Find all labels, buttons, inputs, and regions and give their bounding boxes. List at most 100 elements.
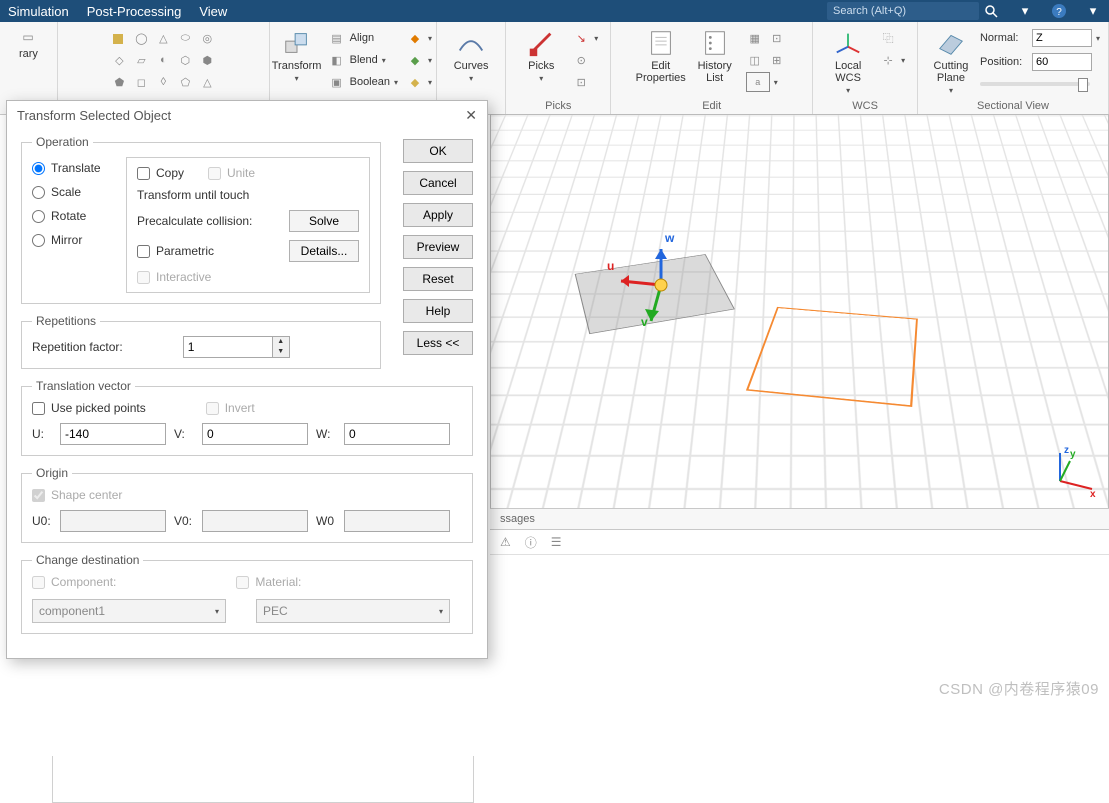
normal-dropdown-icon[interactable]: ▾ (1096, 34, 1100, 43)
solve-button[interactable]: Solve (289, 210, 359, 232)
reset-button[interactable]: Reset (403, 267, 473, 291)
shape2-icon[interactable]: ◇ (110, 51, 128, 69)
pick2-icon[interactable]: ⊙ (572, 51, 590, 69)
cone-icon[interactable]: △ (154, 29, 172, 47)
boolean-button[interactable]: ▣Boolean▾ (326, 72, 400, 92)
shape5-icon[interactable]: ⬡ (176, 51, 194, 69)
wcs-group-label: WCS (852, 98, 878, 114)
w-input[interactable] (344, 423, 450, 445)
preview-button[interactable]: Preview (403, 235, 473, 259)
torus-icon[interactable]: ◎ (198, 29, 216, 47)
position-input[interactable] (1032, 53, 1092, 71)
parametric-checkbox[interactable]: Parametric (137, 244, 214, 258)
shape8-icon[interactable]: ◻ (132, 73, 150, 91)
shape6-icon[interactable]: ⬢ (198, 51, 216, 69)
wcs1-icon[interactable]: ⿻ (879, 29, 897, 47)
v-input[interactable] (202, 423, 308, 445)
u-input[interactable] (60, 423, 166, 445)
help-button[interactable]: Help (403, 299, 473, 323)
u0-label: U0: (32, 514, 52, 528)
picks-button[interactable]: Picks▾ (516, 28, 566, 83)
shape9-icon[interactable]: ◊ (154, 73, 172, 91)
apply-button[interactable]: Apply (403, 203, 473, 227)
help-icon[interactable]: ? (1051, 3, 1067, 19)
library-label[interactable]: rary (19, 48, 38, 60)
details-button[interactable]: Details... (289, 240, 359, 262)
curves-button[interactable]: Curves▾ (446, 28, 496, 83)
mirror-radio[interactable]: Mirror (32, 233, 118, 247)
translate-radio[interactable]: Translate (32, 161, 118, 175)
blend-button[interactable]: ◧Blend▾ (326, 50, 400, 70)
svg-text:x: x (1090, 489, 1096, 500)
less-button[interactable]: Less << (403, 331, 473, 355)
menu-post-processing[interactable]: Post-Processing (87, 4, 182, 19)
menu-dropdown-icon[interactable]: ▾ (1085, 3, 1101, 19)
w-label: W: (316, 427, 336, 441)
close-icon[interactable]: ✕ (465, 107, 477, 124)
position-slider[interactable] (980, 82, 1090, 86)
pick1-icon[interactable]: ↘ (572, 29, 590, 47)
shape10-icon[interactable]: ⬠ (176, 73, 194, 91)
repetition-factor-input[interactable] (183, 336, 273, 358)
uvw-triad (601, 235, 721, 335)
3d-viewport[interactable]: u w v z x y (490, 114, 1109, 510)
info-icon[interactable]: ⓘ (525, 534, 537, 551)
cylinder-icon[interactable]: ⬭ (176, 29, 194, 47)
shape-icon[interactable]: ▭ (19, 28, 37, 46)
align-icon: ▤ (328, 29, 346, 47)
tree-panel-stub (52, 756, 474, 803)
transform-button[interactable]: Transform▾ (272, 28, 322, 83)
unite-checkbox: Unite (208, 166, 255, 180)
sectional-group-label: Sectional View (977, 98, 1049, 114)
align-button[interactable]: ▤Align (326, 28, 400, 48)
chevron-down-icon: ▾ (439, 607, 443, 616)
cube-icon[interactable] (110, 29, 128, 47)
menu-simulation[interactable]: Simulation (8, 4, 69, 19)
search-icon[interactable] (983, 3, 999, 19)
shape7-icon[interactable]: ⬟ (110, 73, 128, 91)
local-wcs-button[interactable]: Local WCS▾ (823, 28, 873, 95)
history-list-button[interactable]: History List (690, 28, 740, 84)
menu-view[interactable]: View (199, 4, 227, 19)
edit3-icon[interactable]: ◫ (746, 51, 764, 69)
spin-down-icon[interactable]: ▼ (273, 347, 289, 357)
cutting-plane-button[interactable]: Cutting Plane▾ (926, 28, 976, 95)
scale-radio[interactable]: Scale (32, 185, 118, 199)
tool3-icon[interactable]: ◆ (406, 73, 424, 91)
pick3-icon[interactable]: ⊡ (572, 73, 590, 91)
tool2-icon[interactable]: ◆ (406, 51, 424, 69)
shape4-icon[interactable]: ◐ (154, 51, 172, 69)
use-picked-points-checkbox[interactable]: Use picked points (32, 401, 146, 415)
cutting-plane-label: Cutting Plane (934, 60, 969, 84)
shape3-icon[interactable]: ▱ (132, 51, 150, 69)
messages-tab[interactable]: ssages (490, 513, 545, 525)
warning-icon[interactable]: ⚠ (500, 535, 511, 549)
w0-label: W0 (316, 514, 336, 528)
spin-up-icon[interactable]: ▲ (273, 337, 289, 347)
origin-legend: Origin (32, 466, 72, 480)
w-axis-label: w (665, 231, 674, 245)
interactive-checkbox: Interactive (137, 270, 359, 284)
boolean-icon: ▣ (328, 73, 346, 91)
shape11-icon[interactable]: △ (198, 73, 216, 91)
search-box[interactable] (827, 2, 999, 20)
operation-legend: Operation (32, 135, 93, 149)
edit-properties-button[interactable]: Edit Properties (636, 28, 686, 84)
dropdown-icon[interactable]: ▾ (1017, 3, 1033, 19)
search-input[interactable] (827, 2, 979, 20)
edit1-icon[interactable]: ▦ (746, 29, 764, 47)
cancel-button[interactable]: Cancel (403, 171, 473, 195)
sphere-icon[interactable]: ◯ (132, 29, 150, 47)
rotate-radio[interactable]: Rotate (32, 209, 118, 223)
normal-input[interactable] (1032, 29, 1092, 47)
wcs2-icon[interactable]: ⊹ (879, 51, 897, 69)
copy-checkbox[interactable]: Copy (137, 166, 184, 180)
tool1-icon[interactable]: ◆ (406, 29, 424, 47)
blend-icon: ◧ (328, 51, 346, 69)
ok-button[interactable]: OK (403, 139, 473, 163)
dialog-titlebar[interactable]: Transform Selected Object ✕ (7, 101, 487, 129)
indent-icon[interactable]: ☰ (551, 535, 562, 549)
edit4-icon[interactable]: ⊞ (768, 51, 786, 69)
edit2-icon[interactable]: ⊡ (768, 29, 786, 47)
edit5-icon[interactable]: a (746, 72, 770, 92)
